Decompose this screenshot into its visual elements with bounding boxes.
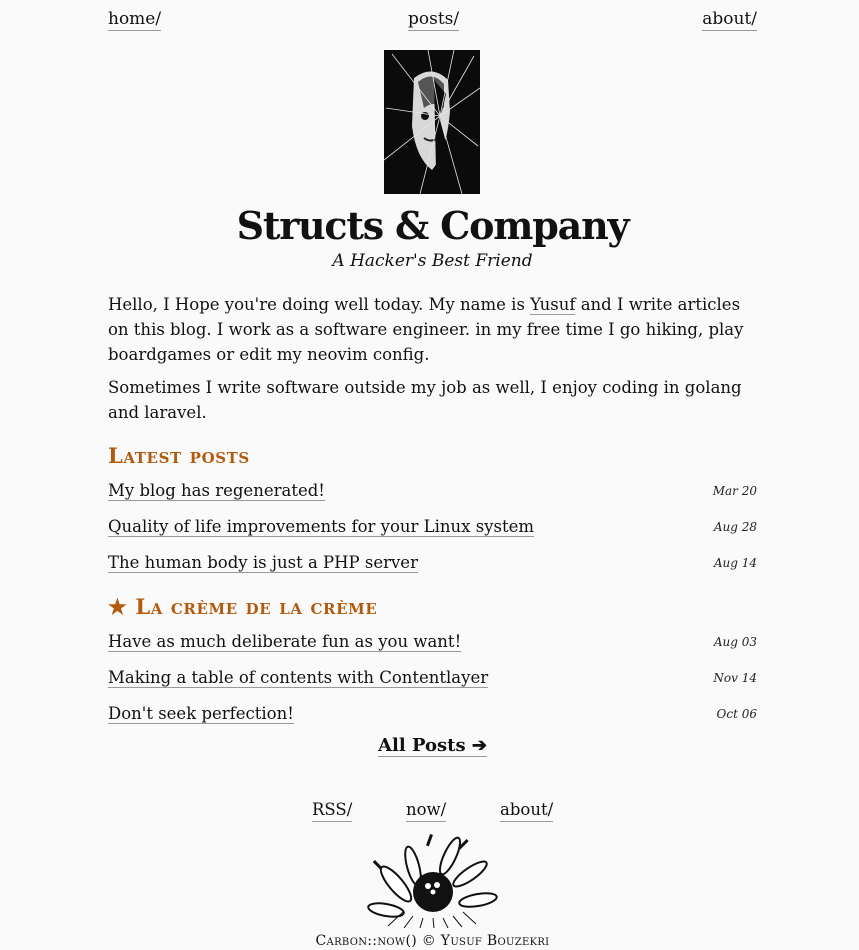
post-link[interactable]: Don't seek perfection!: [108, 704, 294, 724]
footer-nav: RSS/ now/ about/: [108, 799, 757, 823]
list-item: Making a table of contents with Contentl…: [108, 666, 757, 702]
featured-posts-heading: ★ La crème de la crème: [108, 594, 378, 619]
shattered-face-image: [384, 50, 480, 194]
footer-rss-link[interactable]: RSS/: [312, 799, 353, 822]
post-link[interactable]: Quality of life improvements for your Li…: [108, 517, 534, 537]
latest-posts-heading: Latest posts: [108, 443, 250, 468]
latest-posts-list: My blog has regenerated! Mar 20 Quality …: [108, 479, 757, 587]
intro: Hello, I Hope you're doing well today. M…: [108, 292, 757, 433]
footer-now-link[interactable]: now/: [406, 799, 447, 822]
all-posts-link[interactable]: All Posts ➔: [378, 735, 487, 757]
list-item: The human body is just a PHP server Aug …: [108, 551, 757, 587]
top-nav: home/ posts/ about/: [108, 0, 757, 40]
post-link[interactable]: The human body is just a PHP server: [108, 553, 418, 573]
author-link[interactable]: Yusuf: [530, 295, 576, 315]
post-link[interactable]: Have as much deliberate fun as you want!: [108, 632, 462, 652]
bowling-strike-illustration: [367, 834, 498, 928]
post-date: Nov 14: [713, 671, 757, 685]
nav-posts-link[interactable]: posts/: [408, 8, 460, 31]
nav-home-link[interactable]: home/: [108, 8, 162, 31]
post-date: Aug 03: [713, 635, 757, 649]
intro-text-before: Hello, I Hope you're doing well today. M…: [108, 295, 531, 314]
intro-paragraph: Hello, I Hope you're doing well today. M…: [108, 292, 757, 367]
post-link[interactable]: My blog has regenerated!: [108, 481, 325, 501]
footer-about-link[interactable]: about/: [500, 799, 554, 822]
site-title: Structs & Company: [236, 203, 630, 248]
intro-paragraph-2: Sometimes I write software outside my jo…: [108, 378, 742, 422]
post-link[interactable]: Making a table of contents with Contentl…: [108, 668, 489, 688]
page: home/ posts/ about/ Structs & Company A …: [108, 0, 757, 949]
featured-posts-list: Have as much deliberate fun as you want!…: [108, 630, 757, 738]
all-posts-row: All Posts ➔: [108, 735, 757, 757]
post-date: Aug 28: [713, 520, 757, 534]
list-item: Quality of life improvements for your Li…: [108, 515, 757, 551]
post-date: Aug 14: [713, 556, 757, 570]
list-item: Don't seek perfection! Oct 06: [108, 702, 757, 738]
list-item: Have as much deliberate fun as you want!…: [108, 630, 757, 666]
post-date: Mar 20: [712, 484, 757, 498]
nav-about-link[interactable]: about/: [702, 8, 757, 31]
post-date: Oct 06: [716, 707, 757, 721]
list-item: My blog has regenerated! Mar 20: [108, 479, 757, 515]
copyright: Carbon::now() © Yusuf Bouzekri: [315, 933, 550, 949]
site-subtitle: A Hacker's Best Friend: [332, 251, 533, 271]
